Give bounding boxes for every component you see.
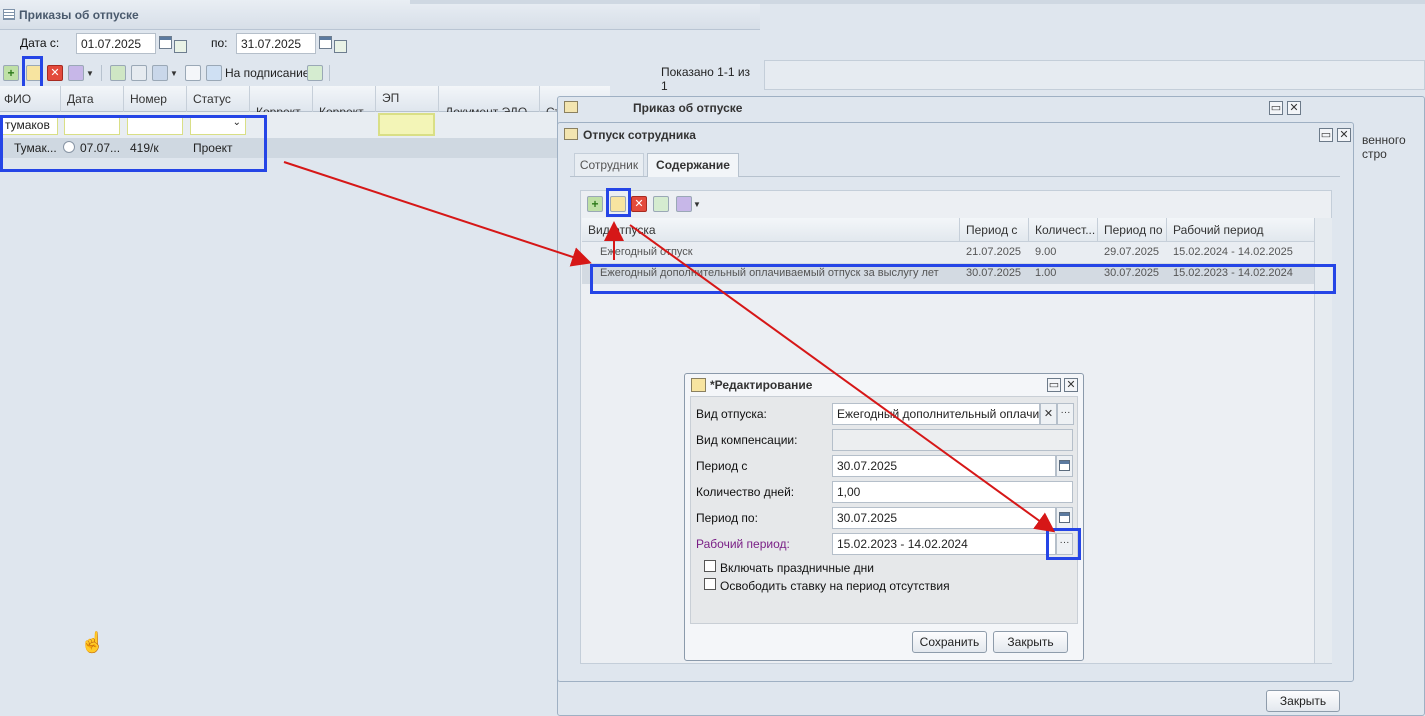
arrow-edit-to-work-period [629, 224, 1056, 533]
annotation-arrows [283, 161, 1056, 533]
arrow-to-selected-row [283, 161, 592, 267]
